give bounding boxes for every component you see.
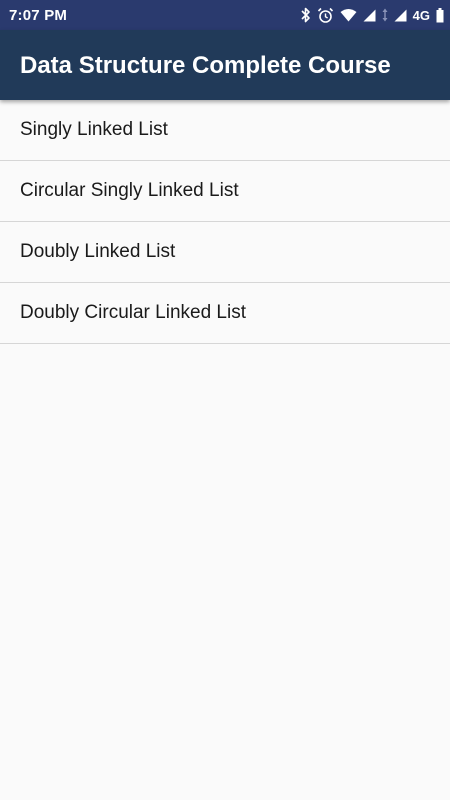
signal-icon (363, 9, 376, 22)
list-item-doubly-linked-list[interactable]: Doubly Linked List (0, 222, 450, 283)
bluetooth-icon (300, 7, 311, 23)
list-item-label: Doubly Linked List (20, 241, 176, 262)
status-bar: 7:07 PM 4G (0, 0, 450, 30)
alarm-icon (317, 7, 334, 24)
network-type-label: 4G (412, 7, 430, 23)
app-title: Data Structure Complete Course (20, 52, 391, 79)
wifi-icon (340, 8, 357, 22)
list-item-singly-linked-list[interactable]: Singly Linked List (0, 100, 450, 161)
list-item-label: Doubly Circular Linked List (20, 302, 246, 323)
data-activity-icon (382, 8, 388, 22)
list-item-label: Singly Linked List (20, 119, 168, 140)
status-icons: 4G (300, 5, 444, 25)
signal-icon-2 (394, 9, 407, 22)
list-item-circular-singly-linked-list[interactable]: Circular Singly Linked List (0, 161, 450, 222)
app-bar: Data Structure Complete Course (0, 30, 450, 100)
status-time: 7:07 PM (9, 7, 68, 24)
list-item-label: Circular Singly Linked List (20, 180, 239, 201)
battery-icon (436, 7, 444, 23)
topic-list: Singly Linked List Circular Singly Linke… (0, 100, 450, 344)
list-item-doubly-circular-linked-list[interactable]: Doubly Circular Linked List (0, 283, 450, 344)
